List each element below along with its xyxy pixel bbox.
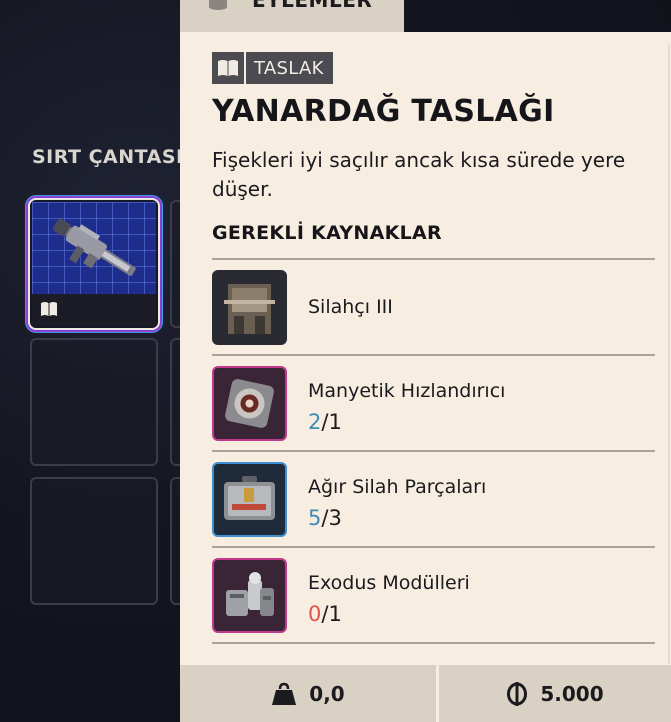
requirement-row[interactable]: Silahçı III [212, 260, 655, 354]
requirements-heading: GEREKLİ KAYNAKLAR [212, 222, 442, 244]
weight-value: 0,0 [309, 681, 345, 706]
weight-icon [271, 681, 297, 707]
requirement-name: Ağır Silah Parçaları [308, 476, 487, 498]
requirement-row[interactable]: Ağır Silah Parçaları 5/3 [212, 452, 655, 546]
requirement-name: Exodus Modülleri [308, 572, 470, 594]
blueprint-badge-label: TASLAK [246, 52, 333, 84]
count-need: 1 [328, 410, 342, 434]
panel-footer: 0,0 5.000 [180, 665, 671, 722]
inventory-slot-selected[interactable] [28, 198, 160, 330]
heavy-gun-parts-icon [212, 462, 287, 537]
blueprint-badge: TASLAK [212, 52, 333, 84]
slot-footer [32, 294, 156, 326]
requirement-count: 2/1 [308, 410, 342, 434]
requirement-name: Manyetik Hızlandırıcı [308, 380, 506, 402]
backpack-section-label: SIRT ÇANTASI [32, 146, 184, 168]
divider [212, 642, 655, 644]
actions-tab-label: EYLEMLER [252, 0, 373, 12]
requirement-count: 5/3 [308, 506, 342, 530]
weight-display: 0,0 [180, 665, 436, 722]
actions-tab[interactable]: EYLEMLER [180, 0, 404, 32]
blueprint-book-icon [41, 302, 57, 316]
coin-icon [506, 681, 528, 707]
requirement-count: 0/1 [308, 602, 342, 626]
rifle-icon [52, 218, 136, 276]
requirement-row[interactable]: Exodus Modülleri 0/1 [212, 548, 655, 642]
item-title: YANARDAĞ TASLAĞI [212, 94, 555, 129]
requirement-row[interactable]: Manyetik Hızlandırıcı 2/1 [212, 356, 655, 450]
count-need: 1 [328, 602, 342, 626]
count-have: 0 [308, 602, 322, 626]
count-need: 3 [328, 506, 342, 530]
requirement-name: Silahçı III [308, 296, 393, 318]
workbench-icon [212, 270, 287, 345]
magnetic-accelerator-icon [212, 366, 287, 441]
money-value: 5.000 [540, 681, 604, 706]
inventory-slot[interactable] [30, 477, 158, 605]
cylinder-icon [209, 0, 227, 10]
exodus-modules-icon [212, 558, 287, 633]
blueprint-book-icon [212, 52, 244, 84]
inventory-slot[interactable] [30, 338, 158, 466]
count-have: 2 [308, 410, 322, 434]
panel-scrollbar[interactable] [668, 44, 670, 664]
item-description: Fişekleri iyi saçılır ancak kısa sürede … [212, 148, 626, 201]
money-display: 5.000 [439, 665, 671, 722]
blueprint-detail-panel: TASLAK YANARDAĞ TASLAĞI Fişekleri iyi sa… [180, 32, 671, 722]
count-have: 5 [308, 506, 322, 530]
